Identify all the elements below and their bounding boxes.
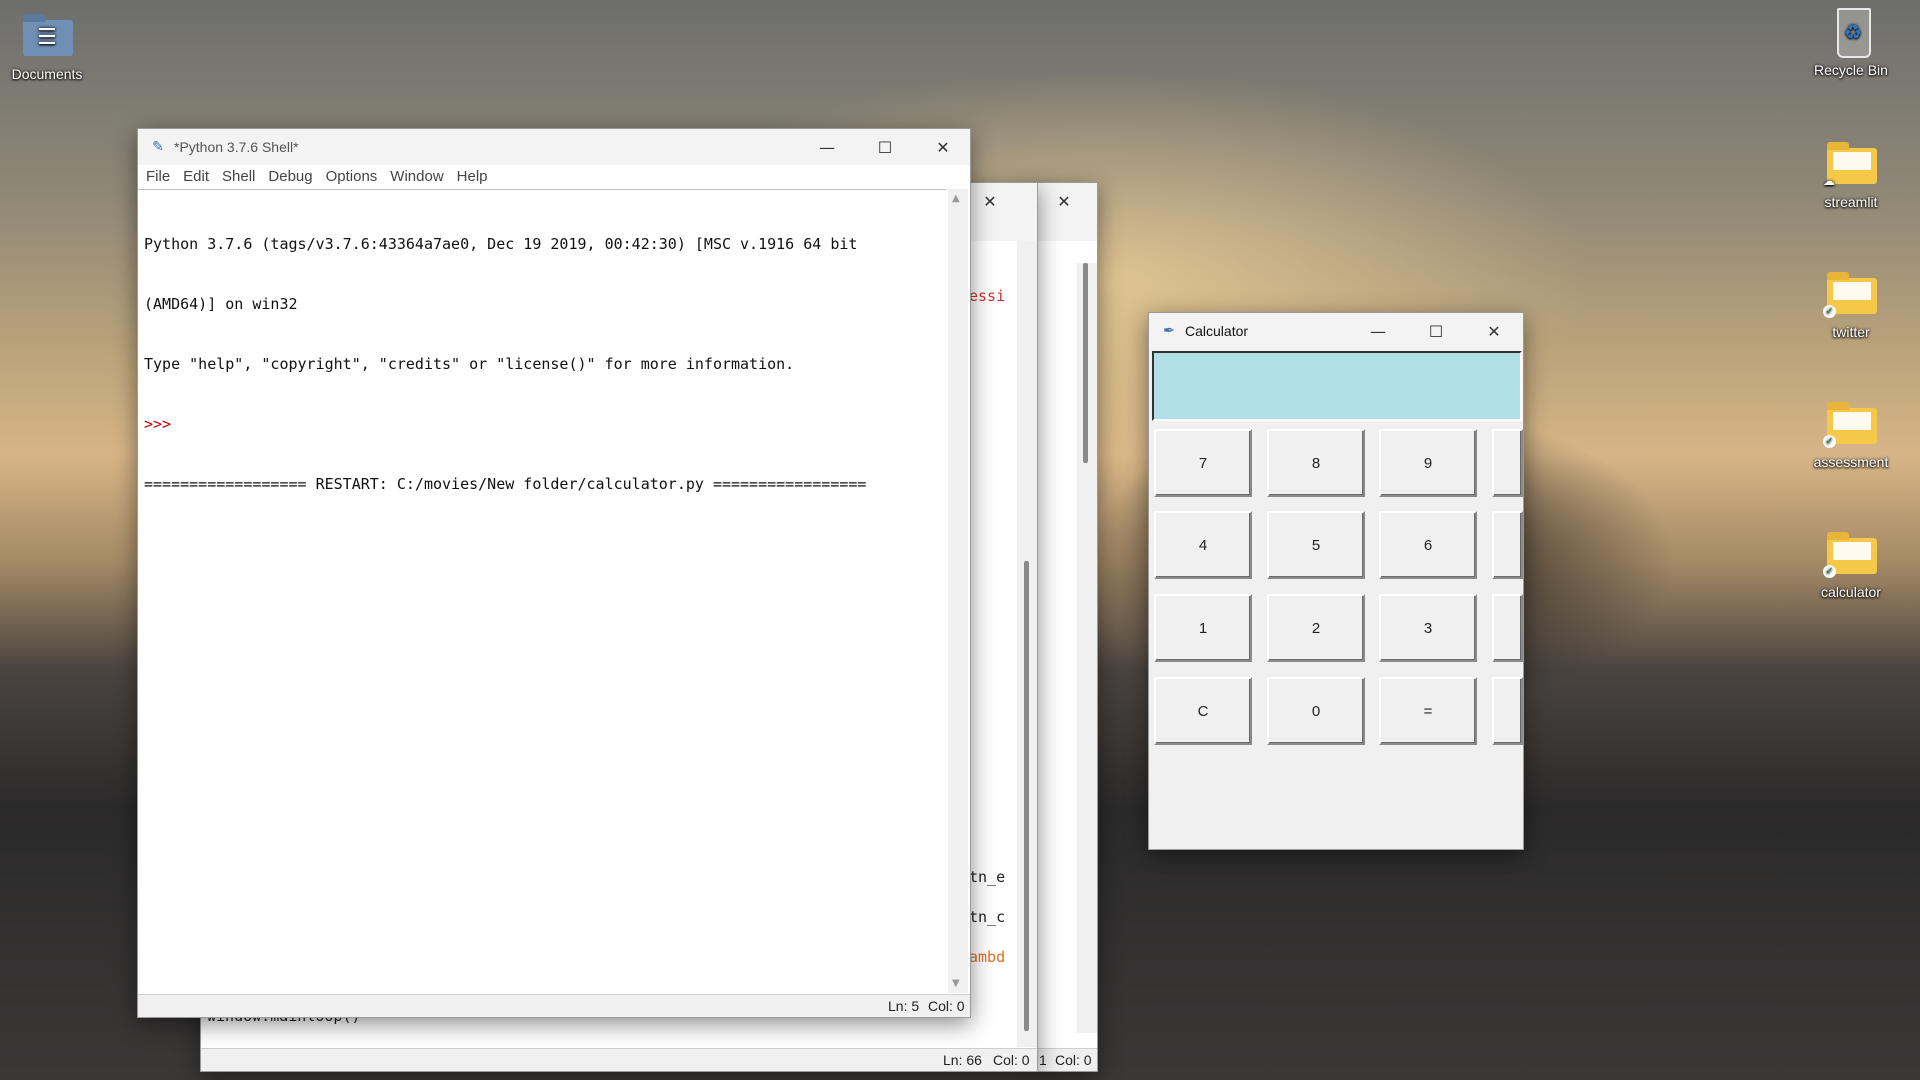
scrollbar-thumb[interactable] [1083,263,1088,463]
status-bar: 1 Col: 0 [1031,1048,1097,1071]
calc-button-clear[interactable]: C [1154,677,1252,745]
minimize-button[interactable]: — [798,129,856,165]
editor-window-back[interactable]: ✕ 1 Col: 0 [1030,182,1098,1072]
close-button[interactable]: ✕ [1465,313,1523,349]
calc-button-0[interactable]: 0 [1267,677,1365,745]
menu-bar: File Edit Shell Debug Options Window Hel… [138,165,970,187]
folder-icon: ✓ [1823,270,1879,318]
scroll-down-arrow-icon[interactable]: ▼ [952,978,960,989]
desktop-icon-label: calculator [1821,584,1881,600]
shell-prompt: >>> [144,415,172,433]
code-fragment: tn_c [969,908,1006,926]
calc-button-7[interactable]: 7 [1154,429,1252,497]
shell-restart-line: ================== RESTART: C:/movies/Ne… [144,475,867,493]
code-fragment: essi [969,287,1006,305]
desktop-icon-label: twitter [1832,324,1870,340]
calc-button-partial[interactable] [1492,429,1523,497]
calculator-display[interactable] [1152,351,1522,421]
folder-icon: ☁ [1823,140,1879,188]
scrollbar[interactable] [1017,241,1037,1047]
calc-button-equals[interactable]: = [1379,677,1477,745]
code-fragment: ambd [969,948,1006,966]
maximize-button[interactable]: ☐ [1407,313,1465,349]
menu-debug[interactable]: Debug [268,168,321,185]
synced-check-icon: ✓ [1823,435,1836,448]
calc-button-4[interactable]: 4 [1154,511,1252,579]
menu-edit[interactable]: Edit [183,168,218,185]
title-bar[interactable]: ✎ *Python 3.7.6 Shell* — ☐ ✕ [138,129,970,165]
desktop-icon-assessment[interactable]: ✓ assessment [1803,400,1899,470]
close-button[interactable]: ✕ [1035,183,1093,219]
shell-output-line: Type "help", "copyright", "credits" or "… [144,355,795,373]
calc-button-partial[interactable] [1492,511,1523,579]
python-shell-window[interactable]: ✎ *Python 3.7.6 Shell* — ☐ ✕ File Edit S… [137,128,971,1018]
calc-button-1[interactable]: 1 [1154,594,1252,662]
status-line: Ln: 5 [888,998,920,1014]
window-title: *Python 3.7.6 Shell* [174,139,299,155]
status-col: Col: 0 [928,998,965,1014]
window-title: Calculator [1185,323,1249,339]
status-col: Col: 0 [1055,1052,1092,1068]
python-idle-icon: ✎ [152,139,164,155]
calculator-window[interactable]: ✒ Calculator — ☐ ✕ 7 8 9 4 5 6 1 2 3 C 0… [1148,312,1524,850]
status-bar: Ln: 5 Col: 0 [138,994,970,1017]
feather-icon: ✒ [1163,323,1175,339]
calc-button-3[interactable]: 3 [1379,594,1477,662]
menu-shell[interactable]: Shell [222,168,264,185]
desktop-icon-label: assessment [1813,454,1889,470]
calc-button-5[interactable]: 5 [1267,511,1365,579]
calc-button-partial[interactable] [1492,677,1523,745]
scroll-up-arrow-icon[interactable]: ▲ [952,193,960,204]
calc-button-6[interactable]: 6 [1379,511,1477,579]
desktop-icon-label: streamlit [1824,194,1878,210]
close-button[interactable]: ✕ [914,129,972,165]
recycle-bin-icon [1823,8,1879,58]
desktop-icon-documents[interactable]: Documents [0,12,95,82]
status-bar: Ln: 66 Col: 0 [201,1048,1037,1071]
shell-text-area[interactable]: Python 3.7.6 (tags/v3.7.6:43364a7ae0, De… [138,189,946,994]
desktop-icon-label: Recycle Bin [1814,62,1888,78]
calc-button-9[interactable]: 9 [1379,429,1477,497]
scrollbar[interactable]: ▲ ▼ [948,189,968,993]
menu-window[interactable]: Window [390,168,452,185]
status-col: Col: 0 [993,1052,1030,1068]
desktop-icon-calculator[interactable]: ✓ calculator [1803,530,1899,600]
minimize-button[interactable]: — [1349,313,1407,349]
menu-help[interactable]: Help [457,168,497,185]
desktop-icon-recycle-bin[interactable]: Recycle Bin [1803,8,1899,78]
menu-options[interactable]: Options [326,168,387,185]
shell-output-line: (AMD64)] on win32 [144,295,298,313]
folder-icon: ✓ [1823,400,1879,448]
status-line: 1 [1039,1052,1047,1068]
calc-button-2[interactable]: 2 [1267,594,1365,662]
desktop-icon-twitter[interactable]: ✓ twitter [1803,270,1899,340]
cloud-icon: ☁ [1823,174,1835,188]
scrollbar-thumb[interactable] [1024,561,1029,1031]
code-fragment: tn_e [969,868,1006,886]
folder-icon: ✓ [1823,530,1879,578]
documents-folder-icon [19,12,75,60]
synced-check-icon: ✓ [1823,305,1836,318]
synced-check-icon: ✓ [1823,565,1836,578]
menu-file[interactable]: File [146,168,179,185]
desktop-icon-streamlit[interactable]: ☁ streamlit [1803,140,1899,210]
maximize-button[interactable]: ☐ [856,129,914,165]
title-bar[interactable]: ✒ Calculator — ☐ ✕ [1149,313,1523,349]
desktop-icon-label: Documents [11,66,83,82]
calc-button-partial[interactable] [1492,594,1523,662]
calc-button-8[interactable]: 8 [1267,429,1365,497]
status-line: Ln: 66 [943,1052,982,1068]
shell-output-line: Python 3.7.6 (tags/v3.7.6:43364a7ae0, De… [144,235,858,253]
scrollbar[interactable] [1077,263,1097,1033]
